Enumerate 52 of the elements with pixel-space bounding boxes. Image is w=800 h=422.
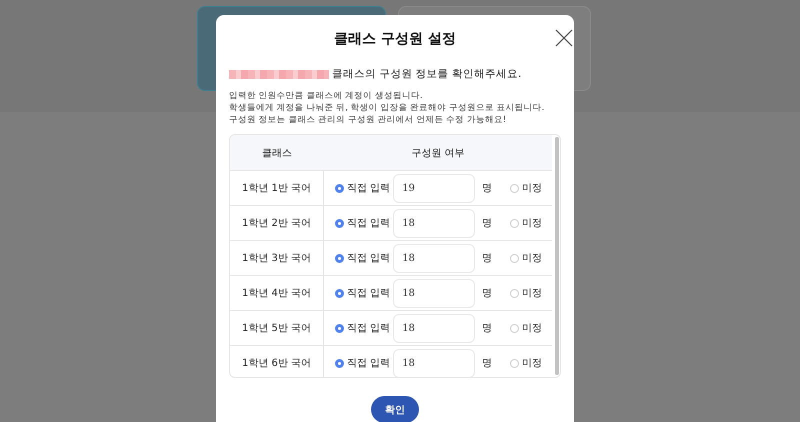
radio-button[interactable] [335,218,344,228]
direct-input-option[interactable]: 직접 입력 [335,356,390,370]
unit-label: 명 [482,252,494,265]
count-field[interactable]: 18 [393,244,476,272]
intro-text: 클래스의 구성원 정보를 확인해주세요. [332,67,522,81]
class-name: 1학년 4반 국어 [242,287,312,300]
unit-label: 명 [482,217,494,230]
undecided-option[interactable]: 미정 [510,216,542,230]
note-text: 구성원 정보는 클래스 관리의 구성원 관리에서 언제든 수정 가능해요! [229,114,508,126]
radio-button[interactable] [510,324,520,332]
close-icon[interactable] [555,29,573,47]
radio-button[interactable] [335,288,344,298]
class-name: 1학년 3반 국어 [242,252,312,265]
direct-input-option[interactable]: 직접 입력 [335,321,390,335]
radio-button[interactable] [335,184,344,192]
radio-button[interactable] [510,254,520,262]
radio-button[interactable] [335,254,344,262]
radio-button[interactable] [510,184,520,192]
direct-input-option[interactable]: 직접 입력 [335,216,390,230]
column-header: 구성원 여부 [410,146,466,160]
undecided-option[interactable]: 미정 [510,286,542,300]
undecided-option[interactable]: 미정 [510,181,542,195]
radio-button[interactable] [510,358,520,368]
undecided-option[interactable]: 미정 [510,251,542,265]
undecided-option[interactable]: 미정 [510,356,542,370]
class-name: 1학년 1반 국어 [242,182,312,195]
dialog-title: 클래스 구성원 설정 [333,30,457,48]
direct-input-option[interactable]: 직접 입력 [335,181,390,195]
confirm-button[interactable]: 확인 [371,396,419,422]
unit-label: 명 [482,287,494,300]
radio-button[interactable] [510,218,520,228]
unit-label: 명 [482,322,494,335]
class-name: 1학년 5반 국어 [242,322,312,335]
count-field[interactable]: 18 [393,348,476,377]
unit-label: 명 [482,182,494,195]
count-field[interactable]: 18 [393,208,476,238]
count-field[interactable]: 18 [393,314,476,342]
count-field[interactable]: 18 [393,278,476,308]
class-name: 1학년 2반 국어 [242,217,312,230]
column-header: 클래스 [261,146,293,160]
note-text: 학생들에게 계정을 나눠준 뒤, 학생이 입장을 완료해야 구성원으로 표시됩니다. [229,102,546,114]
radio-button[interactable] [335,324,344,332]
radio-button[interactable] [335,358,344,368]
count-field[interactable]: 19 [393,174,476,202]
note-text: 입력한 인원수만큼 클래스에 계정이 생성됩니다. [229,90,424,102]
radio-button[interactable] [510,288,520,298]
direct-input-option[interactable]: 직접 입력 [335,251,390,265]
direct-input-option[interactable]: 직접 입력 [335,286,390,300]
unit-label: 명 [482,357,494,370]
undecided-option[interactable]: 미정 [510,321,542,335]
class-name: 1학년 6반 국어 [242,357,312,370]
scrollbar[interactable] [555,137,559,375]
